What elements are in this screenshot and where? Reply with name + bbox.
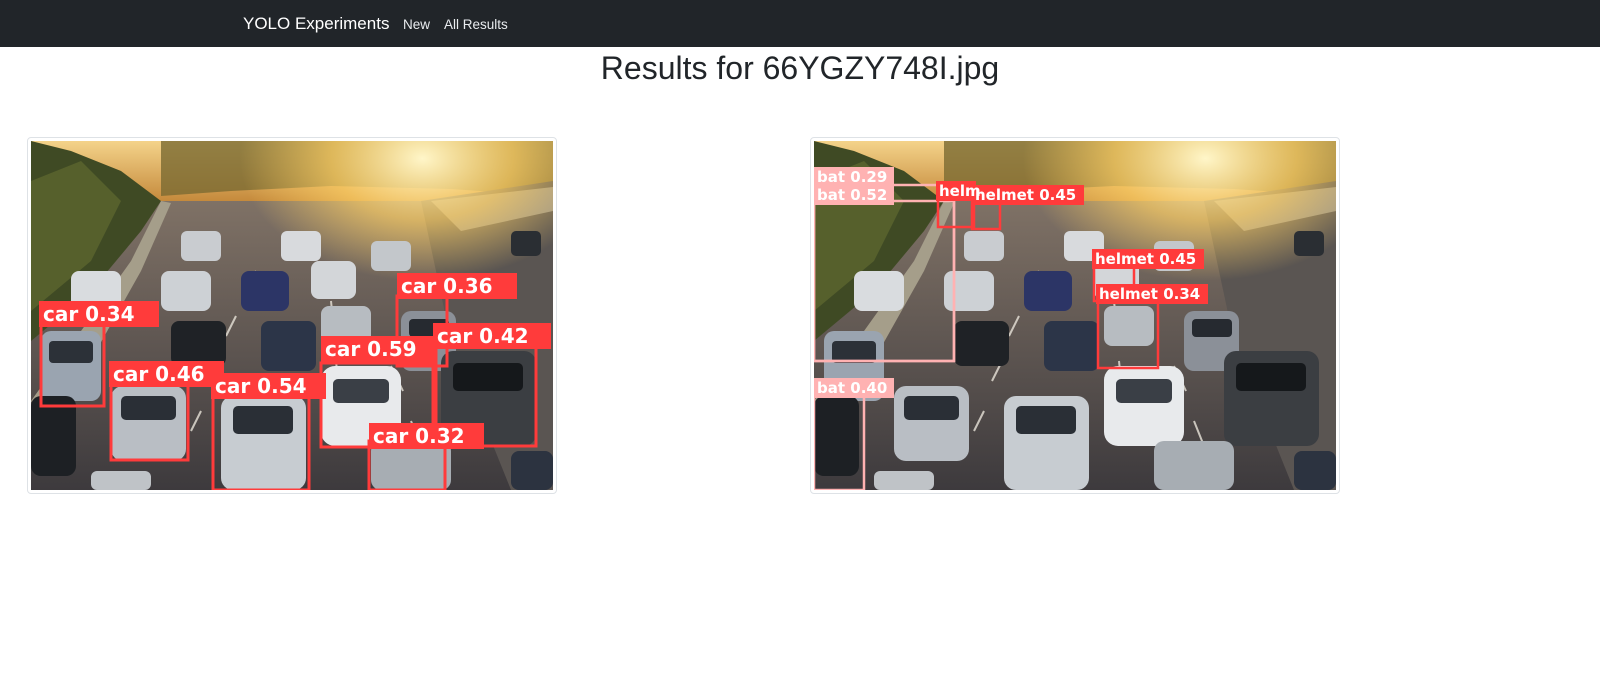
detection-label-car: car 0.34	[43, 302, 135, 326]
detection-label-car: car 0.32	[373, 424, 465, 448]
detection-label-car: car 0.42	[437, 324, 529, 348]
detection-label-bat: bat 0.52	[817, 186, 887, 204]
detection-label-helmet: helmet 0.45	[1095, 250, 1196, 268]
detection-label-bat: bat 0.40	[817, 379, 887, 397]
navbar-brand[interactable]: YOLO Experiments	[243, 14, 389, 34]
top-navbar: YOLO Experiments New All Results	[0, 0, 1600, 47]
detection-label-car: car 0.54	[215, 374, 307, 398]
result-image-car-detection: car 0.34 car 0.46 car 0.54 car 0.59 car …	[27, 137, 557, 494]
detection-label-car: car 0.59	[325, 337, 417, 361]
nav-link-all-results[interactable]: All Results	[444, 17, 508, 32]
car-detection-image: car 0.34 car 0.46 car 0.54 car 0.59 car …	[31, 141, 553, 490]
detection-label-car: car 0.46	[113, 362, 205, 386]
helmet-bat-detection-image: bat 0.29 bat 0.52 helm helmet 0.45 helme…	[814, 141, 1336, 490]
nav-link-new[interactable]: New	[403, 17, 430, 32]
detection-label-car: car 0.36	[401, 274, 493, 298]
detection-label-helmet: helmet 0.34	[1099, 285, 1200, 303]
page-title: Results for 66YGZY748I.jpg	[600, 50, 1000, 86]
detection-label-helmet: helmet 0.45	[975, 186, 1076, 204]
detection-label-bat: bat 0.29	[817, 168, 887, 186]
result-image-helmet-bat-detection: bat 0.29 bat 0.52 helm helmet 0.45 helme…	[810, 137, 1340, 494]
